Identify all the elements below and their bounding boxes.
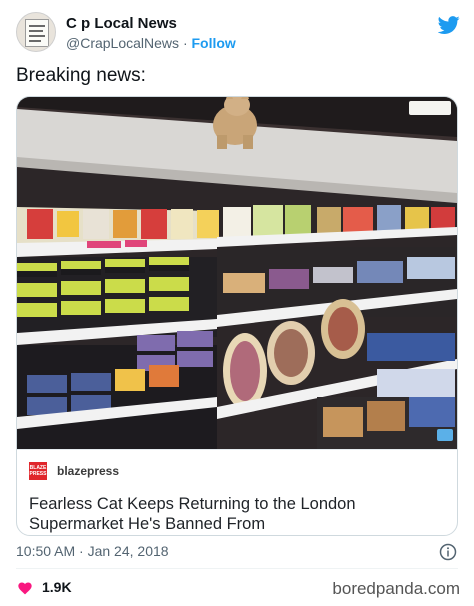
author-handle-row: @CrapLocalNews · Follow <box>66 34 236 52</box>
follow-button[interactable]: Follow <box>192 35 236 51</box>
source-name[interactable]: blazepress <box>57 464 119 478</box>
twitter-bird-icon[interactable] <box>438 14 460 36</box>
watermark: boredpanda.com <box>332 579 460 598</box>
source-logo: BLAZE PRESS <box>29 462 47 480</box>
avatar[interactable] <box>16 12 56 52</box>
card-photo-supermarket-cat <box>17 97 457 449</box>
like-count[interactable]: 1.9K <box>42 579 72 595</box>
heart-icon[interactable] <box>17 580 33 596</box>
link-card[interactable]: BLAZE PRESS blazepress Fearless Cat Keep… <box>16 96 458 536</box>
card-headline[interactable]: Fearless Cat Keeps Returning to the Lond… <box>29 494 449 534</box>
tweet-timestamp[interactable]: 10:50 AM · Jan 24, 2018 <box>16 543 169 559</box>
handle-separator: · <box>182 35 188 51</box>
author-names: C p Local News @CrapLocalNews · Follow <box>66 15 236 52</box>
card-meta: BLAZE PRESS blazepress Fearless Cat Keep… <box>17 449 457 535</box>
tweet-header: C p Local News @CrapLocalNews · Follow <box>16 12 460 56</box>
avatar-sign-graphic <box>25 19 49 47</box>
divider <box>16 568 458 569</box>
tweet-text: Breaking news: <box>16 65 146 86</box>
author-handle[interactable]: @CrapLocalNews <box>66 35 179 51</box>
author-display-name[interactable]: C p Local News <box>66 15 236 33</box>
info-icon[interactable] <box>439 543 457 561</box>
